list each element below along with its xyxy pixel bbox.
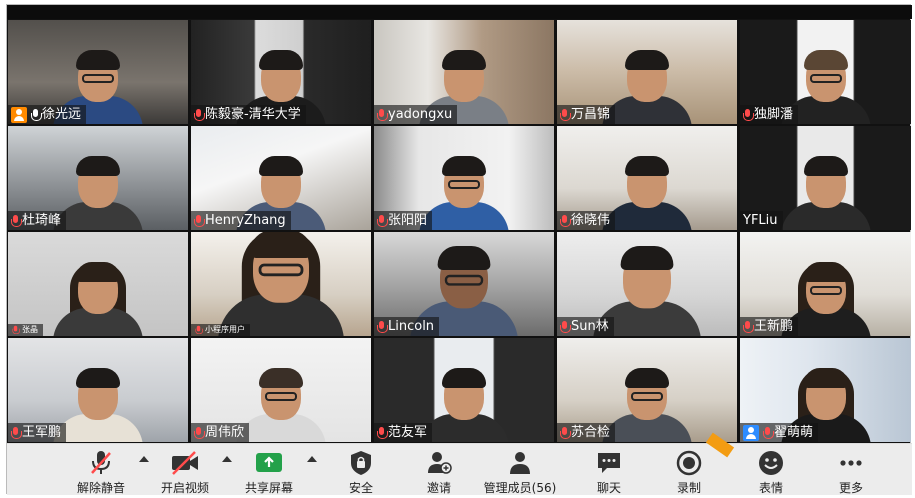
mic-muted-icon <box>560 214 571 227</box>
participant-avatar <box>602 50 692 124</box>
share-options-chevron-icon[interactable] <box>307 456 317 462</box>
participant-name-label: 王新鹏 <box>740 317 799 336</box>
mic-muted-icon <box>743 320 754 333</box>
mic-muted-icon <box>11 214 22 227</box>
more-button[interactable]: 更多 <box>827 444 875 496</box>
audio-options-chevron-icon[interactable] <box>139 456 149 462</box>
more-dots-icon <box>836 449 866 477</box>
record-button[interactable]: 录制 <box>665 444 713 496</box>
participant-name-label: 徐光远 <box>8 105 87 124</box>
video-tile-20[interactable]: 翟萌萌 <box>740 338 911 442</box>
meeting-toolbar: 解除静音 开启视频 共享屏幕 安全 邀请 管理成员(56) 聊天 录制 表情 更… <box>7 443 912 495</box>
video-tile-2[interactable]: 陈毅豪-清华大学 <box>191 20 371 124</box>
participant-avatar <box>602 368 692 442</box>
participant-avatar <box>780 156 871 230</box>
participant-name-label: 苏合检 <box>557 423 616 442</box>
participant-name-label: 杜琦峰 <box>8 211 67 230</box>
mic-muted-icon <box>194 214 205 227</box>
participant-name-label: 徐晓伟 <box>557 211 616 230</box>
manage-participants-button[interactable]: 管理成员(56) <box>477 444 563 496</box>
participants-icon <box>505 449 535 477</box>
video-tile-5[interactable]: 独脚潘 <box>740 20 911 124</box>
participant-name-label: 张晶 <box>8 324 43 336</box>
video-tile-14[interactable]: Sun林 <box>557 232 737 336</box>
participant-avatar <box>419 368 509 442</box>
invite-button[interactable]: 邀请 <box>415 444 463 496</box>
participant-name-label: 小程序用户 <box>191 324 250 336</box>
participant-name-label: HenryZhang <box>191 211 291 230</box>
video-tile-6[interactable]: 杜琦峰 <box>8 126 188 230</box>
mic-muted-icon <box>11 426 22 439</box>
mic-muted-icon <box>377 426 388 439</box>
video-tile-3[interactable]: yadongxu <box>374 20 554 124</box>
participant-name-label: 陈毅豪-清华大学 <box>191 105 306 124</box>
video-off-icon <box>170 449 200 477</box>
share-screen-button[interactable]: 共享屏幕 <box>239 444 299 496</box>
participant-name-label: 王军鹏 <box>8 423 67 442</box>
mic-muted-icon <box>12 325 21 335</box>
video-tile-1[interactable]: 徐光远 <box>8 20 188 124</box>
mic-muted-icon <box>560 426 571 439</box>
video-tile-18[interactable]: 范友军 <box>374 338 554 442</box>
video-tile-16[interactable]: 王军鹏 <box>8 338 188 442</box>
mic-muted-icon <box>194 108 205 121</box>
shield-icon <box>346 449 376 477</box>
window-top-bar <box>7 5 912 19</box>
participant-name-label: 周伟欣 <box>191 423 250 442</box>
participant-name-label: Sun林 <box>557 317 614 336</box>
video-tile-12[interactable]: 小程序用户 <box>191 232 371 336</box>
mic-muted-icon <box>194 426 205 439</box>
video-gallery: 徐光远 陈毅豪-清华大学 yadongxu 万昌锦 独脚潘 杜琦峰 HenryZ… <box>7 19 912 443</box>
mic-muted-icon <box>195 325 204 335</box>
participant-avatar <box>218 232 344 336</box>
reactions-button[interactable]: 表情 <box>747 444 795 496</box>
video-tile-19[interactable]: 苏合检 <box>557 338 737 442</box>
participant-name-label: yadongxu <box>374 105 458 124</box>
mic-muted-icon <box>86 449 116 477</box>
share-screen-icon <box>254 449 284 477</box>
chat-button[interactable]: 聊天 <box>585 444 633 496</box>
mic-muted-icon <box>560 108 571 121</box>
video-tile-7[interactable]: HenryZhang <box>191 126 371 230</box>
participant-name-label: 翟萌萌 <box>740 423 819 442</box>
video-tile-8[interactable]: 张阳阳 <box>374 126 554 230</box>
participant-name-label: 范友军 <box>374 423 433 442</box>
unmute-button[interactable]: 解除静音 <box>73 444 129 496</box>
mic-muted-icon <box>377 320 388 333</box>
mic-icon <box>31 108 42 121</box>
participant-avatar <box>53 262 143 336</box>
record-icon <box>674 449 704 477</box>
security-button[interactable]: 安全 <box>337 444 385 496</box>
participant-name-label: 万昌锦 <box>557 105 616 124</box>
video-tile-9[interactable]: 徐晓伟 <box>557 126 737 230</box>
video-options-chevron-icon[interactable] <box>222 456 232 462</box>
mic-muted-icon <box>377 108 388 121</box>
mic-muted-icon <box>560 320 571 333</box>
video-tile-13[interactable]: Lincoln <box>374 232 554 336</box>
host-badge-icon <box>743 424 759 441</box>
mic-muted-icon <box>743 108 754 121</box>
chat-icon <box>594 449 624 477</box>
participant-avatar <box>419 156 509 230</box>
video-tile-4[interactable]: 万昌锦 <box>557 20 737 124</box>
video-tile-10[interactable]: YFLiu <box>740 126 911 230</box>
participant-name-label: 独脚潘 <box>740 105 799 124</box>
participant-name-label: YFLiu <box>740 211 783 230</box>
smiley-icon <box>756 449 786 477</box>
add-user-icon <box>424 449 454 477</box>
participant-avatar <box>236 368 326 442</box>
start-video-button[interactable]: 开启视频 <box>157 444 213 496</box>
participant-avatar <box>53 368 143 442</box>
host-badge-icon <box>11 106 27 123</box>
mic-muted-icon <box>377 214 388 227</box>
participant-avatar <box>602 156 692 230</box>
participant-name-label: Lincoln <box>374 317 440 336</box>
mic-muted-icon <box>763 426 774 439</box>
participant-name-label: 张阳阳 <box>374 211 433 230</box>
video-tile-15[interactable]: 王新鹏 <box>740 232 911 336</box>
video-tile-17[interactable]: 周伟欣 <box>191 338 371 442</box>
meeting-window: 徐光远 陈毅豪-清华大学 yadongxu 万昌锦 独脚潘 杜琦峰 HenryZ… <box>6 4 912 495</box>
participant-avatar <box>53 156 143 230</box>
video-tile-11[interactable]: 张晶 <box>8 232 188 336</box>
